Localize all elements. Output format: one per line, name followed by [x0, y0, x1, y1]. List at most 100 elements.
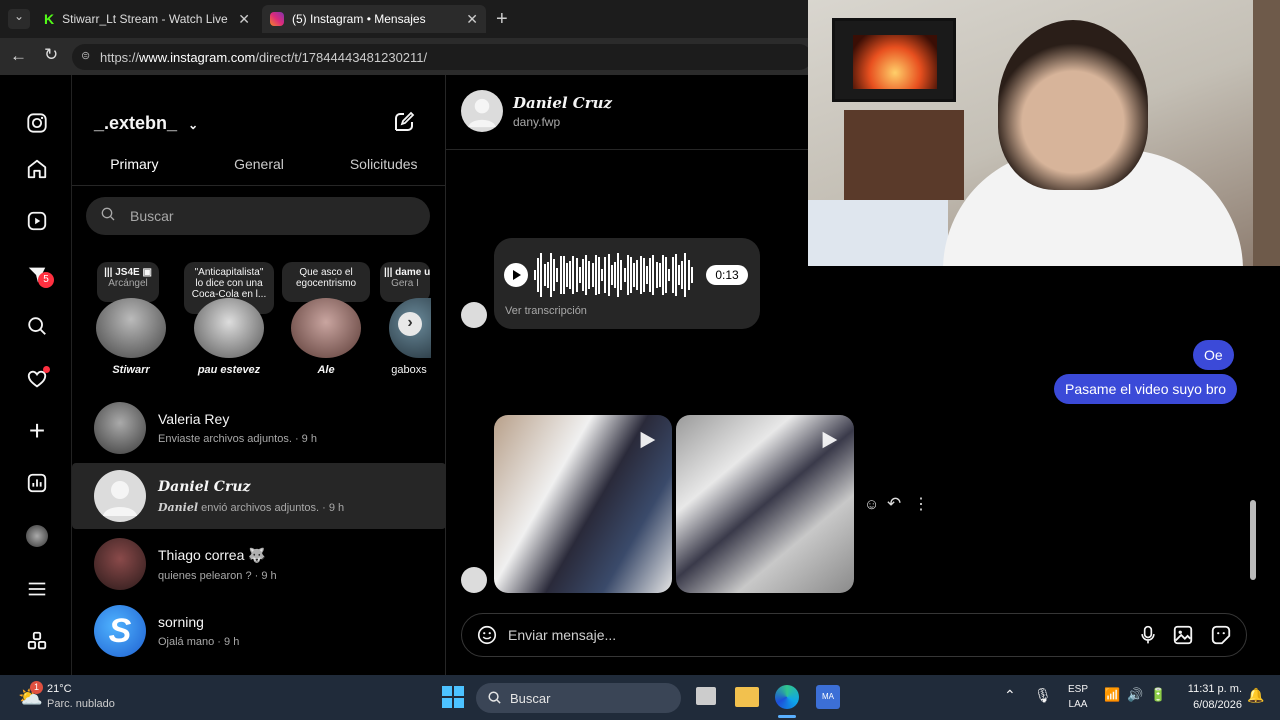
- create-icon[interactable]: +: [22, 415, 52, 446]
- new-tab-icon[interactable]: +: [496, 8, 508, 31]
- emoji-icon[interactable]: [476, 624, 498, 649]
- preview-sender: Daniel: [158, 500, 199, 514]
- waveform-bar: [620, 259, 623, 291]
- heart-icon[interactable]: [22, 364, 52, 394]
- waveform-bar: [546, 262, 549, 288]
- site-info-icon[interactable]: ⊜: [81, 49, 90, 62]
- close-tab-icon[interactable]: ✕: [466, 11, 478, 28]
- task-view-icon[interactable]: [696, 687, 716, 705]
- more-options-icon[interactable]: ⋮: [913, 494, 929, 514]
- conversation-preview: envió archivos adjuntos. · 9 h: [201, 501, 345, 514]
- chat-contact-name[interactable]: Daniel Cruz: [513, 94, 612, 112]
- story-avatar[interactable]: [96, 298, 166, 358]
- weather-badge: 1: [30, 681, 43, 694]
- conversation-name: Thiago correa 🐺: [158, 546, 266, 563]
- profile-avatar[interactable]: [26, 525, 48, 547]
- url-prefix: https://: [100, 49, 140, 65]
- transcript-link[interactable]: Ver transcripción: [505, 305, 587, 317]
- search-input[interactable]: Buscar: [86, 197, 430, 235]
- waveform-bar: [630, 256, 632, 294]
- reply-icon[interactable]: ↶: [887, 494, 901, 514]
- waveform-bar: [690, 266, 693, 284]
- instagram-logo-icon[interactable]: [22, 108, 52, 138]
- play-button[interactable]: [504, 263, 528, 287]
- story-avatar[interactable]: [194, 298, 264, 358]
- tab-instagram[interactable]: (5) Instagram • Mensajes ✕: [262, 5, 486, 33]
- search-icon[interactable]: [22, 311, 52, 341]
- video-attachment[interactable]: [494, 415, 672, 593]
- waveform-bar: [562, 256, 565, 294]
- reload-icon[interactable]: ↻: [44, 45, 58, 65]
- avatar: S: [94, 605, 146, 657]
- time: 11:31 p. m.: [1187, 683, 1242, 695]
- file-explorer-icon[interactable]: [735, 687, 759, 707]
- conversation-item[interactable]: Valeria Rey Enviaste archivos adjuntos. …: [72, 395, 446, 461]
- chevron-right-icon[interactable]: ›: [398, 312, 422, 336]
- edge-icon[interactable]: [775, 685, 799, 709]
- note-bubble[interactable]: ||| dame u Gera I: [380, 262, 430, 302]
- language-code: ESP: [1068, 684, 1089, 695]
- apps-icon[interactable]: [22, 626, 52, 656]
- taskbar-search[interactable]: Buscar: [476, 683, 681, 713]
- avatar[interactable]: [461, 90, 503, 132]
- image-icon[interactable]: [1172, 624, 1194, 649]
- note-bubble[interactable]: Que asco el egocentrismo: [282, 262, 370, 302]
- audio-duration: 0:13: [706, 265, 748, 285]
- home-icon[interactable]: [22, 154, 52, 184]
- waveform-bar: [550, 253, 552, 297]
- weather-temp: 21°C: [47, 683, 72, 695]
- notification-bell-icon[interactable]: 🔔: [1247, 687, 1264, 704]
- webcam-overlay: [808, 0, 1280, 266]
- waveform-bar: [626, 255, 629, 295]
- kick-icon: K: [44, 11, 55, 27]
- note-text: ||| JS4E ▣: [104, 267, 152, 278]
- conversation-item-selected[interactable]: Daniel Cruz Daniel envió archivos adjunt…: [72, 463, 446, 529]
- insights-icon[interactable]: [22, 468, 52, 498]
- waveform-bar: [671, 256, 674, 294]
- windows-start-icon[interactable]: [442, 686, 464, 708]
- microphone-icon[interactable]: 🎙: [1034, 687, 1052, 704]
- story-avatar[interactable]: [291, 298, 361, 358]
- message-input[interactable]: Enviar mensaje...: [461, 613, 1247, 657]
- microphone-icon[interactable]: [1138, 624, 1158, 649]
- clock[interactable]: 11:31 p. m. 6/08/2026: [1178, 683, 1242, 711]
- app-icon[interactable]: MA: [816, 685, 840, 709]
- note-subtext: Arcángel: [108, 278, 148, 289]
- door: [1253, 0, 1280, 266]
- chat-scrollbar[interactable]: [1250, 500, 1256, 580]
- close-tab-icon[interactable]: ✕: [238, 11, 250, 28]
- url-field[interactable]: ⊜ https://www.instagram.com/direct/t/178…: [72, 44, 812, 70]
- chevron-up-icon[interactable]: ⌃: [1004, 687, 1016, 704]
- volume-icon[interactable]: 🔊: [1127, 687, 1143, 703]
- play-icon: [818, 429, 840, 456]
- language-indicator[interactable]: ESP LAA: [1068, 684, 1088, 710]
- username-switcher[interactable]: _.extebn_ ⌄: [94, 113, 198, 134]
- story-name: Ale: [317, 364, 335, 376]
- reels-icon[interactable]: [22, 206, 52, 236]
- new-message-icon[interactable]: [392, 110, 416, 139]
- conversation-item[interactable]: Thiago correa 🐺 quienes pelearon ? · 9 h: [72, 531, 446, 597]
- tab-stream[interactable]: K Stiwarr_Lt Stream - Watch Live on ✕: [36, 5, 258, 33]
- message-bubble-me: Pasame el video suyo bro: [1054, 374, 1238, 404]
- messenger-icon[interactable]: 5: [22, 260, 54, 290]
- tab-list-chevron-icon[interactable]: ⌄: [8, 9, 30, 29]
- menu-icon[interactable]: [22, 574, 52, 604]
- tab-general[interactable]: General: [197, 150, 322, 186]
- back-icon[interactable]: ←: [10, 46, 27, 66]
- weather-desc: Parc. nublado: [47, 698, 115, 710]
- story-name: gaboxs: [391, 364, 427, 376]
- sender-avatar: [461, 567, 487, 593]
- react-icon[interactable]: ☺: [864, 496, 879, 513]
- note-bubble[interactable]: ||| JS4E ▣ Arcángel: [97, 262, 159, 302]
- sticker-icon[interactable]: [1210, 624, 1232, 649]
- waveform-bar: [649, 258, 652, 292]
- audio-waveform[interactable]: [534, 252, 694, 298]
- waveform-bar: [687, 260, 690, 290]
- video-attachment[interactable]: [676, 415, 854, 593]
- wifi-icon[interactable]: 📶: [1104, 687, 1120, 703]
- battery-icon[interactable]: 🔋: [1150, 687, 1166, 703]
- conversation-item[interactable]: S sorning Ojalá mano · 9 h: [72, 598, 446, 664]
- bed: [808, 200, 948, 266]
- tab-primary[interactable]: Primary: [72, 150, 197, 186]
- tab-requests[interactable]: Solicitudes: [321, 150, 446, 186]
